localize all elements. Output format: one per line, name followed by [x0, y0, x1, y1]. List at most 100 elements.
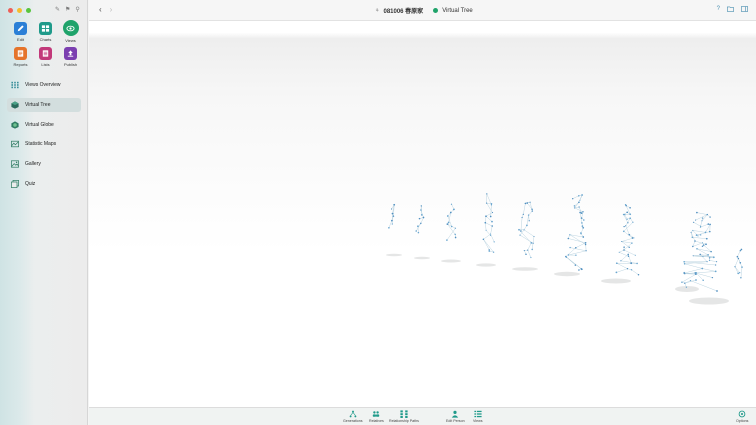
person-node[interactable] [528, 220, 530, 222]
person-node[interactable] [485, 215, 487, 218]
person-node[interactable] [574, 264, 577, 266]
person-node[interactable] [692, 245, 694, 248]
person-node[interactable] [702, 255, 704, 257]
person-node[interactable] [450, 225, 453, 228]
person-node[interactable] [692, 255, 694, 257]
nav-item-views-overview[interactable]: Views Overview [7, 78, 81, 92]
person-node[interactable] [629, 213, 632, 216]
nav-item-virtual-tree[interactable]: Virtual Tree [7, 97, 81, 112]
views-button[interactable]: Views [473, 410, 483, 423]
person-node[interactable] [392, 215, 395, 217]
person-node[interactable] [628, 246, 630, 249]
person-node[interactable] [523, 229, 525, 231]
person-node[interactable] [739, 272, 741, 274]
person-node[interactable] [695, 279, 697, 281]
person-node[interactable] [524, 202, 527, 205]
person-node[interactable] [519, 234, 521, 236]
person-node[interactable] [690, 231, 692, 233]
nav-item-quiz[interactable]: Quiz [7, 177, 81, 191]
person-node[interactable] [417, 231, 420, 234]
person-node[interactable] [522, 213, 524, 216]
person-node[interactable] [491, 220, 493, 223]
person-node[interactable] [630, 269, 633, 271]
person-node[interactable] [706, 213, 708, 216]
person-node[interactable] [578, 206, 580, 208]
minimize-button[interactable] [17, 8, 22, 13]
person-node[interactable] [420, 209, 422, 211]
person-node[interactable] [709, 223, 711, 226]
person-node[interactable] [681, 281, 683, 284]
person-node[interactable] [447, 221, 450, 224]
tile-reports[interactable]: Reports [8, 47, 33, 67]
person-node[interactable] [627, 222, 629, 224]
person-node[interactable] [626, 211, 629, 214]
person-node[interactable] [415, 230, 418, 232]
person-node[interactable] [578, 195, 580, 197]
person-node[interactable] [712, 256, 714, 258]
person-node[interactable] [689, 280, 692, 282]
person-node[interactable] [709, 216, 711, 218]
person-node[interactable] [493, 241, 495, 243]
person-node[interactable] [518, 228, 520, 231]
person-node[interactable] [490, 233, 492, 235]
person-node[interactable] [490, 203, 493, 205]
person-node[interactable] [582, 211, 584, 213]
person-node[interactable] [565, 256, 568, 258]
person-node[interactable] [532, 242, 534, 244]
person-node[interactable] [707, 254, 709, 256]
person-node[interactable] [697, 235, 699, 237]
nav-item-statistic-maps[interactable]: Statistic Maps [7, 137, 81, 151]
person-node[interactable] [454, 233, 456, 236]
person-node[interactable] [530, 242, 533, 244]
person-node[interactable] [531, 210, 534, 212]
folder-icon[interactable] [727, 6, 734, 15]
person-node[interactable] [692, 221, 695, 223]
person-node[interactable] [622, 213, 625, 216]
person-node[interactable] [393, 203, 396, 206]
person-node[interactable] [714, 270, 717, 273]
person-node[interactable] [531, 208, 533, 211]
person-node[interactable] [615, 271, 618, 274]
person-node[interactable] [567, 237, 570, 240]
person-node[interactable] [694, 240, 696, 242]
person-node[interactable] [446, 239, 448, 241]
person-node[interactable] [622, 230, 625, 233]
person-node[interactable] [420, 214, 423, 216]
tile-charts[interactable]: Charts [33, 22, 58, 43]
person-node[interactable] [695, 234, 698, 236]
person-node[interactable] [683, 263, 686, 265]
person-node[interactable] [621, 240, 623, 243]
person-node[interactable] [696, 211, 698, 214]
person-node[interactable] [578, 201, 580, 204]
person-node[interactable] [491, 212, 494, 214]
person-node[interactable] [632, 221, 634, 223]
bookmark-icon[interactable]: ⚑ [65, 7, 70, 13]
person-node[interactable] [485, 202, 488, 204]
person-node[interactable] [618, 251, 620, 253]
person-node[interactable] [740, 277, 742, 279]
person-node[interactable] [485, 229, 487, 231]
person-node[interactable] [446, 215, 449, 217]
person-node[interactable] [388, 226, 390, 229]
person-node[interactable] [636, 262, 638, 265]
person-node[interactable] [491, 225, 494, 227]
person-node[interactable] [446, 223, 449, 225]
person-node[interactable] [523, 250, 525, 252]
person-node[interactable] [739, 250, 741, 252]
pin-icon[interactable]: ✎ [55, 7, 60, 13]
person-node[interactable] [626, 268, 629, 270]
chevron-right-icon[interactable]: › [110, 6, 113, 14]
person-node[interactable] [683, 271, 685, 274]
tile-views[interactable]: Views [58, 20, 83, 43]
person-node[interactable] [702, 279, 704, 282]
person-node[interactable] [623, 249, 625, 251]
person-node[interactable] [581, 222, 583, 224]
person-node[interactable] [579, 211, 581, 214]
person-node[interactable] [716, 290, 718, 292]
person-node[interactable] [581, 194, 583, 196]
person-node[interactable] [695, 272, 698, 274]
person-node[interactable] [685, 286, 688, 288]
person-node[interactable] [527, 214, 530, 216]
person-node[interactable] [692, 229, 694, 231]
person-node[interactable] [637, 273, 640, 276]
